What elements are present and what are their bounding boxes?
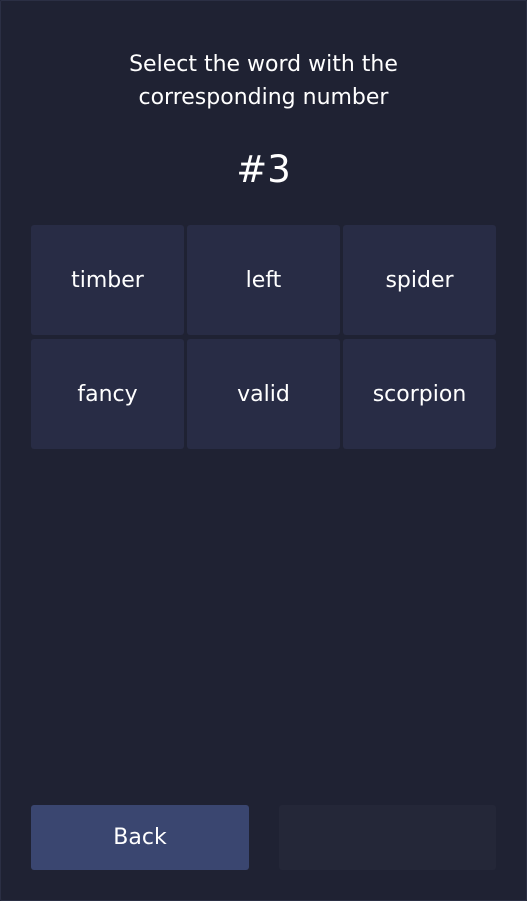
app-frame (0, 0, 527, 901)
word-option-fancy[interactable]: fancy (31, 339, 184, 449)
instruction-line-2: corresponding number (138, 85, 389, 110)
back-button[interactable]: Back (31, 805, 249, 870)
instruction-text: Select the word with the corresponding n… (0, 48, 527, 114)
word-grid: timber left spider fancy valid scorpion (31, 225, 496, 449)
word-option-spider[interactable]: spider (343, 225, 496, 335)
instruction-line-1: Select the word with the (129, 52, 398, 77)
word-option-valid[interactable]: valid (187, 339, 340, 449)
word-option-timber[interactable]: timber (31, 225, 184, 335)
target-number: #3 (236, 148, 291, 191)
next-button (279, 805, 496, 870)
word-option-left[interactable]: left (187, 225, 340, 335)
word-option-scorpion[interactable]: scorpion (343, 339, 496, 449)
